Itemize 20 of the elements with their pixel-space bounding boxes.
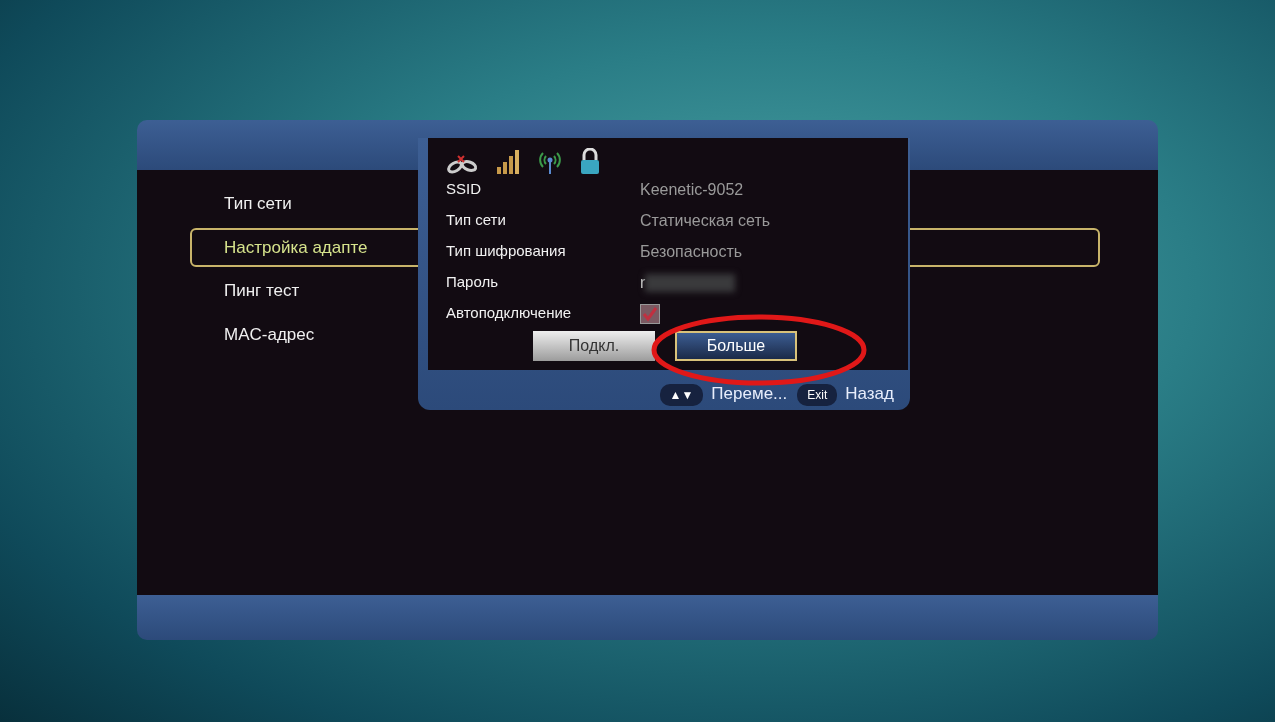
connect-button[interactable]: Подкл.: [533, 331, 655, 361]
field-label: Пароль: [446, 272, 500, 293]
autoconnect-checkbox[interactable]: [640, 303, 660, 324]
field-value: Keenetic-9052: [640, 179, 744, 200]
remote-key: ▲▼: [659, 384, 704, 406]
field-value: Безопасность: [640, 241, 743, 262]
hint-label: Переме...: [711, 382, 788, 405]
broken-link-icon: [446, 154, 478, 174]
field-label: SSID: [446, 179, 482, 200]
antenna-icon: [538, 150, 562, 174]
field-label: Автоподключение: [446, 303, 573, 324]
more-button[interactable]: Больше: [675, 331, 797, 361]
password-value: r: [640, 272, 646, 293]
field-label: Тип сети: [446, 210, 507, 231]
signal-bars-icon: [496, 150, 520, 174]
hint-label: Назад: [845, 382, 894, 405]
remote-key: Exit: [797, 384, 838, 406]
field-label: Тип шифрования: [446, 241, 567, 262]
padlock-icon: [580, 148, 600, 174]
field-value: Статическая сеть: [640, 210, 771, 231]
